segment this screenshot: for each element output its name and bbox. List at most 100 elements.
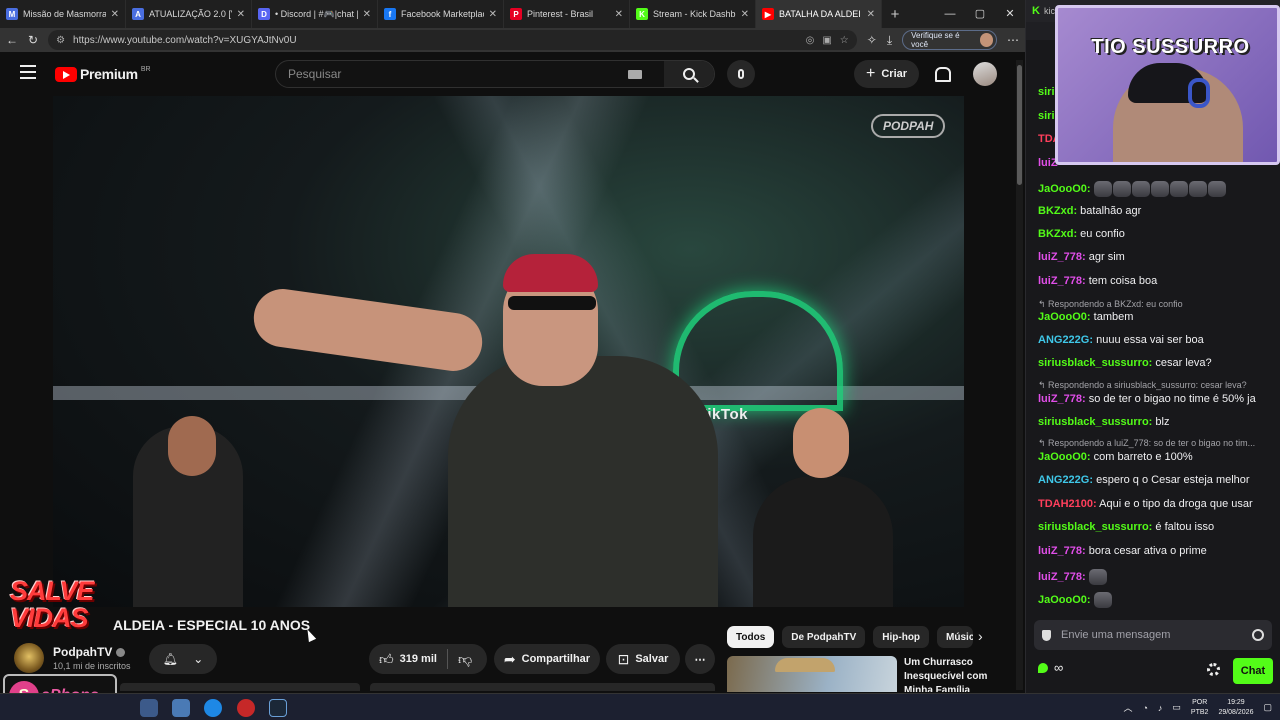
create-button[interactable]: + Criar [854,60,920,88]
page-scrollbar[interactable] [1016,60,1023,690]
clock[interactable]: 19:29 29/08/2026 [1218,698,1253,718]
puzzle-icon[interactable]: ✧ [867,33,877,47]
download-icon[interactable]: ⤓ [887,33,892,48]
chat-username[interactable]: BKZxd: [1038,228,1077,240]
share-button[interactable]: ➦ Compartilhar [494,644,600,674]
extension-icon[interactable]: ▣ [822,35,831,46]
browser-tab[interactable]: ▶ BATALHA DA ALDEI ✕ [756,0,882,28]
chat-username[interactable]: luiZ_778: [1038,393,1086,405]
filter-chip[interactable]: Todos [727,626,775,648]
hamburger-menu-icon[interactable] [20,65,36,79]
tab-close-icon[interactable]: ✕ [867,9,875,20]
star-icon[interactable]: ☆ [840,35,849,46]
browser-tab[interactable]: M Missão de Masmorras R ✕ [0,0,126,28]
tab-close-icon[interactable]: ✕ [741,9,749,20]
channel-avatar[interactable] [14,643,44,673]
taskbar-steam-icon[interactable] [269,699,287,717]
browser-tab[interactable]: P Pinterest - Brasil ✕ [504,0,630,28]
eye-slash-icon[interactable]: ◎ [806,35,815,46]
youtube-logo[interactable]: Premium BR [55,66,151,82]
reload-icon[interactable]: ↻ [28,33,38,47]
channel-name-row[interactable]: PodpahTV [53,645,126,659]
comments-box[interactable] [370,683,715,691]
like-dislike-group: 👍︎ 319 mil 👎︎ [369,644,487,674]
minimize-button[interactable]: — [935,0,965,28]
salve-vidas-overlay: SALVE VIDAS [10,576,95,633]
menu-dots-icon[interactable]: ⋯ [1007,33,1019,47]
like-button[interactable]: 👍︎ 319 mil [369,644,447,674]
chat-username[interactable]: ANG222G: [1038,474,1093,486]
language-indicator[interactable]: POR PTB2 [1191,698,1209,718]
chat-message: TDAH2100: Aqui e o tipo da droga que usa… [1038,498,1278,510]
url-field[interactable]: ⚙ https://www.youtube.com/watch?v=XUGYAJ… [48,30,857,50]
emoji-icon[interactable] [1252,629,1264,641]
profile-verify-button[interactable]: Verifique se é você [902,30,997,50]
scrollbar-thumb[interactable] [1017,65,1022,185]
taskbar-notepad-icon[interactable] [172,699,190,717]
browser-tab[interactable]: f Facebook Marketplace | ✕ [378,0,504,28]
chat-username[interactable]: luiZ_778: [1038,545,1086,557]
chat-username[interactable]: JaOooO0: [1038,594,1091,606]
chat-username[interactable]: TDAH2100: [1038,498,1097,510]
chat-username[interactable]: siri [1038,110,1055,122]
gear-icon[interactable] [1207,663,1220,676]
volume-icon[interactable]: ♪ [1158,703,1163,713]
save-button[interactable]: ⊡ Salvar [606,644,680,674]
chat-username[interactable]: luiZ_778: [1038,571,1086,583]
subscription-bell-button[interactable]: 🔔︎ ⌄ [149,644,217,674]
notification-icon[interactable]: ▢ [1263,702,1272,713]
wifi-icon[interactable]: ◔ [1142,703,1147,713]
chat-username[interactable]: siriusblack_sussurro: [1038,357,1152,369]
chat-username[interactable]: siriusblack_sussurro: [1038,416,1152,428]
search-box[interactable]: Pesquisar [275,60,715,88]
chat-username[interactable]: JaOooO0: [1038,183,1091,195]
related-video-thumbnail[interactable] [727,656,897,692]
more-actions-button[interactable]: ⋯ [685,644,715,674]
chat-points[interactable]: ∞ [1038,660,1063,675]
tab-close-icon[interactable]: ✕ [237,9,245,20]
site-info-icon[interactable]: ⚙ [56,35,65,46]
chat-input[interactable]: Envie uma mensagem [1061,629,1242,641]
taskbar-edge-icon[interactable] [204,699,222,717]
browser-tab[interactable]: K Stream - Kick Dashb ✕ [630,0,756,28]
search-input[interactable]: Pesquisar [276,67,628,81]
back-icon[interactable]: ← [6,33,18,47]
tray-chevron-icon[interactable]: ︿ [1123,701,1132,714]
chat-username[interactable]: JaOooO0: [1038,451,1091,463]
chat-input-box[interactable]: Envie uma mensagem [1034,620,1272,650]
chat-username[interactable]: luiZ_778: [1038,251,1086,263]
chat-send-button[interactable]: Chat [1233,658,1273,684]
taskbar-obs-icon[interactable] [237,699,255,717]
tab-close-icon[interactable]: ✕ [363,9,371,20]
browser-tab[interactable]: A ATUALIZAÇÃO 2.0 [VERÃ ✕ [126,0,252,28]
battery-icon[interactable]: ▭ [1172,702,1181,713]
filter-chip[interactable]: De PodpahTV [782,626,866,648]
notifications-bell-icon[interactable] [933,66,951,82]
filter-chip[interactable]: Músic [937,626,974,648]
chat-username[interactable]: siri [1038,86,1055,98]
description-box[interactable] [120,683,360,691]
keyboard-icon[interactable] [628,69,642,79]
voice-search-button[interactable] [727,60,755,88]
channel-name[interactable]: PodpahTV [53,645,112,659]
user-avatar[interactable] [973,62,997,86]
maximize-button[interactable]: ▢ [965,0,995,28]
tab-close-icon[interactable]: ✕ [489,9,497,20]
search-button[interactable] [664,61,714,87]
chat-username[interactable]: luiZ_778: [1038,275,1086,287]
chat-username[interactable]: siriusblack_sussurro: [1038,521,1152,533]
tab-close-icon[interactable]: ✕ [111,9,119,20]
filter-chip[interactable]: Hip-hop [873,626,930,648]
dislike-button[interactable]: 👎︎ [448,644,482,674]
video-player[interactable]: TikTok PODPAH [53,96,964,607]
new-tab-button[interactable]: + [882,6,908,23]
chat-username[interactable]: JaOooO0: [1038,311,1091,323]
close-button[interactable]: ✕ [995,0,1025,28]
browser-tab[interactable]: D • Discord | #🎮|chat | S ✕ [252,0,378,28]
chat-username[interactable]: ANG222G: [1038,334,1093,346]
tab-close-icon[interactable]: ✕ [615,9,623,20]
taskbar-app-icon[interactable] [140,699,158,717]
chat-username[interactable]: BKZxd: [1038,205,1077,217]
related-video-title[interactable]: Um Churrasco Inesquecível com Minha Famí… [904,656,1004,692]
chevron-right-icon[interactable]: › [978,628,983,644]
